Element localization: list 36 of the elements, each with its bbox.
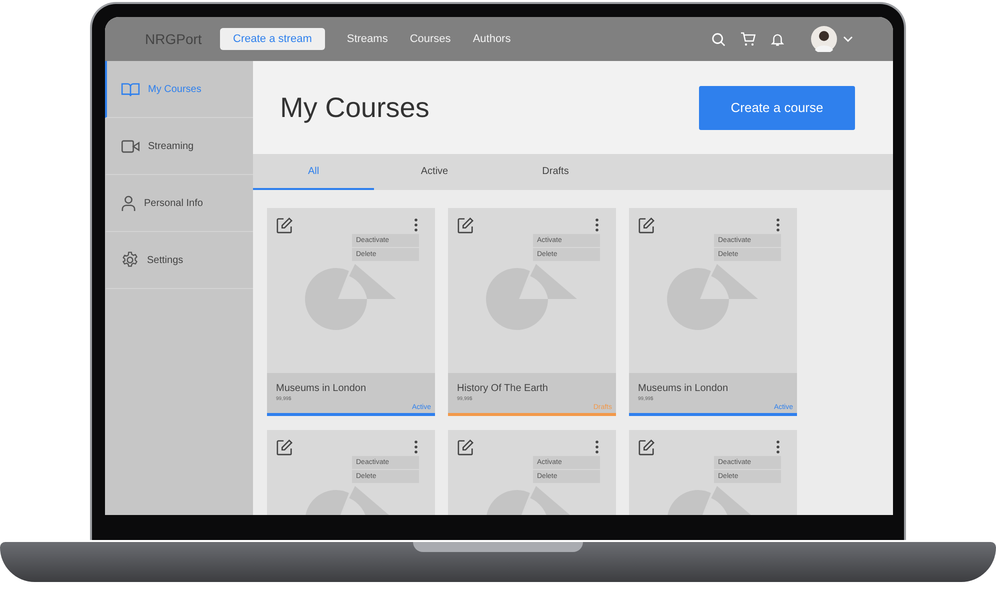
logo: NRGPort (145, 31, 203, 47)
edit-icon[interactable] (457, 439, 474, 456)
cart-icon[interactable] (740, 31, 756, 47)
chevron-down-icon[interactable] (843, 36, 853, 42)
video-camera-icon (121, 140, 140, 152)
create-course-button[interactable]: Create a course (699, 86, 855, 130)
avatar[interactable] (811, 26, 837, 52)
book-icon (121, 82, 140, 96)
sidebar-item[interactable]: Settings (105, 232, 253, 289)
nav-link[interactable]: Authors (472, 33, 511, 45)
create-stream-button[interactable]: Create a stream (220, 28, 325, 50)
course-title: Museums in London (276, 383, 368, 394)
edit-icon[interactable] (638, 439, 655, 456)
tab[interactable]: All (253, 154, 374, 190)
tab[interactable]: Active (374, 154, 495, 190)
edit-icon[interactable] (276, 217, 293, 234)
tab[interactable]: Drafts (495, 154, 616, 190)
nav-link[interactable]: Streams (346, 33, 388, 45)
sidebar-item[interactable]: Personal Info (105, 175, 253, 232)
more-icon[interactable] (595, 440, 599, 454)
nav-link[interactable]: Courses (410, 33, 451, 45)
edit-icon[interactable] (276, 439, 293, 456)
more-icon[interactable] (414, 440, 418, 454)
edit-icon[interactable] (638, 217, 655, 234)
person-icon (121, 194, 136, 212)
more-icon[interactable] (414, 218, 418, 232)
course-title: History Of The Earth (457, 383, 549, 394)
more-icon[interactable] (595, 218, 599, 232)
page-title: My Courses (280, 92, 430, 124)
edit-icon[interactable] (457, 217, 474, 234)
more-icon[interactable] (776, 218, 780, 232)
settings-icon (121, 251, 139, 269)
course-title: Museums in London (638, 383, 730, 394)
bell-icon[interactable] (770, 32, 785, 46)
search-icon[interactable] (711, 32, 726, 46)
more-icon[interactable] (776, 440, 780, 454)
